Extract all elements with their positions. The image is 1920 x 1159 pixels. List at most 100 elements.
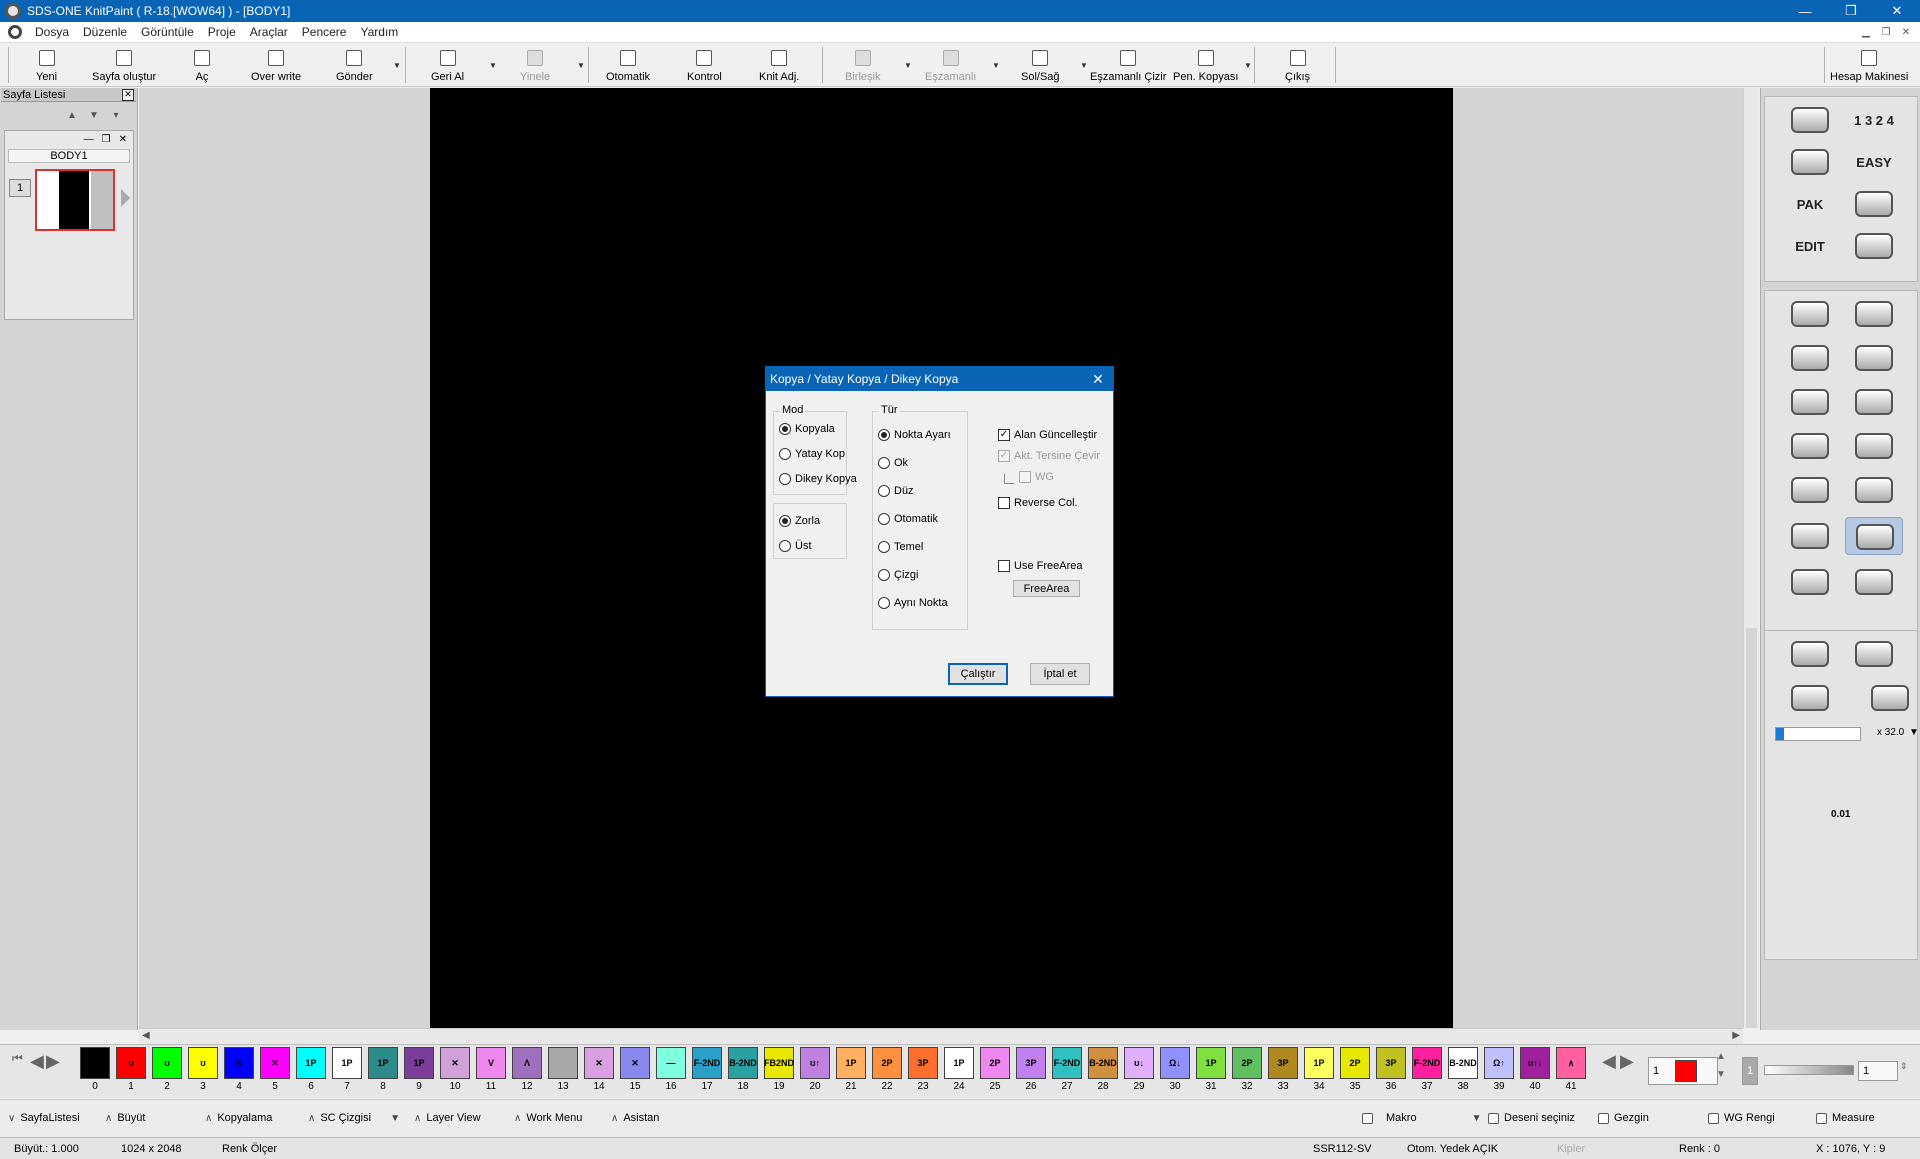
tur-ayni-nokta-radio[interactable]: Aynı Nokta bbox=[878, 597, 948, 609]
tur-cizgi-radio[interactable]: Çizgi bbox=[878, 569, 918, 581]
color-chip[interactable]: 1P 31 bbox=[1196, 1047, 1226, 1095]
over-write-button[interactable]: Over write bbox=[251, 45, 301, 85]
freearea-button[interactable]: FreeArea bbox=[1013, 580, 1080, 597]
cross-tool-icon[interactable] bbox=[1845, 227, 1903, 265]
palette-scroll-right-icon[interactable]: ▶ bbox=[1620, 1051, 1634, 1072]
arrow-left-icon[interactable] bbox=[1769, 797, 1809, 835]
birlesik-dropdown-icon[interactable]: ▼ bbox=[904, 61, 912, 70]
arrow-up-right-icon[interactable] bbox=[1871, 757, 1911, 795]
yeni-button[interactable]: Yeni bbox=[36, 45, 57, 85]
color-index-box[interactable]: 1 bbox=[1648, 1057, 1718, 1085]
color-chip[interactable]: 2P 25 bbox=[980, 1047, 1010, 1095]
scroll-right-icon[interactable]: ▶ bbox=[1732, 1030, 1740, 1041]
sol-sag-button[interactable]: Sol/Sağ bbox=[1021, 45, 1060, 85]
yinele-button[interactable]: Yinele bbox=[520, 45, 550, 85]
eraser-tool-icon[interactable] bbox=[1845, 563, 1903, 601]
edit-tool-icon[interactable]: EDIT bbox=[1781, 227, 1839, 265]
color-chip[interactable]: B-2ND 18 bbox=[728, 1047, 758, 1095]
color-index-spin-up-icon[interactable]: ▲ bbox=[1716, 1051, 1726, 1062]
hesap-makinesi-button[interactable]: Hesap Makinesi bbox=[1830, 45, 1908, 85]
zoom-slider[interactable] bbox=[1775, 727, 1861, 741]
makro-dropdown[interactable]: Makro ▼ bbox=[1362, 1112, 1481, 1124]
color-chip[interactable]: 1P 34 bbox=[1304, 1047, 1334, 1095]
color-chip[interactable]: ʊ3 bbox=[188, 1047, 218, 1095]
zorla-radio[interactable]: Zorla bbox=[779, 515, 820, 527]
page-play-icon[interactable] bbox=[121, 189, 130, 207]
akt-tersine-cevir-checkbox[interactable]: ✓ Akt. Tersine Çevir bbox=[998, 450, 1100, 462]
color-chip[interactable]: 1P 9 bbox=[404, 1047, 434, 1095]
color-chip[interactable]: Ω↑ 39 bbox=[1484, 1047, 1514, 1095]
line-tool-icon[interactable] bbox=[1781, 295, 1839, 333]
menu-araclar[interactable]: Araçlar bbox=[243, 25, 295, 39]
deseni-seciniz-button[interactable]: Deseni seçiniz bbox=[1488, 1112, 1575, 1124]
page-up-icon[interactable]: ▲ bbox=[64, 108, 80, 122]
arrow-up-left-icon[interactable] bbox=[1769, 757, 1809, 795]
resize-tool-icon[interactable] bbox=[1845, 339, 1903, 377]
zoom-updown-icon[interactable] bbox=[1825, 679, 1865, 717]
buyut-toggle[interactable]: ∧ Büyüt bbox=[105, 1112, 145, 1124]
stairs-tool-icon[interactable] bbox=[1845, 383, 1903, 421]
move-tool-icon[interactable] bbox=[1781, 427, 1839, 465]
ac-button[interactable]: Aç bbox=[194, 45, 210, 85]
color-chip[interactable]: 2P 32 bbox=[1232, 1047, 1262, 1095]
color-chip[interactable]: ʊ1 bbox=[116, 1047, 146, 1095]
page-menu-icon[interactable]: ▾ bbox=[108, 108, 124, 122]
otomatik-button[interactable]: Otomatik bbox=[606, 45, 650, 85]
iptal-et-button[interactable]: İptal et bbox=[1030, 663, 1090, 685]
color-chip[interactable]: Ω↓ 30 bbox=[1160, 1047, 1190, 1095]
menu-pencere[interactable]: Pencere bbox=[295, 25, 354, 39]
color-chip[interactable]: 1P 8 bbox=[368, 1047, 398, 1095]
color-chip[interactable]: ✕ 14 bbox=[584, 1047, 614, 1095]
scroll-left-icon[interactable]: ◀ bbox=[142, 1030, 150, 1041]
gonder-dropdown-icon[interactable]: ▼ bbox=[393, 61, 401, 70]
tur-ok-radio[interactable]: Ok bbox=[878, 457, 908, 469]
menu-duzenle[interactable]: Düzenle bbox=[76, 25, 134, 39]
menu-goruntule[interactable]: Görüntüle bbox=[134, 25, 201, 39]
arrow-down-right-icon[interactable] bbox=[1871, 837, 1911, 875]
palette-scroll-left-icon[interactable]: ◀ bbox=[1602, 1051, 1616, 1072]
minimize-button[interactable]: — bbox=[1782, 0, 1828, 22]
color-chip[interactable]: 1P 6 bbox=[296, 1047, 326, 1095]
tur-otomatik-radio[interactable]: Otomatik bbox=[878, 513, 938, 525]
arrow-up-icon[interactable] bbox=[1821, 757, 1861, 795]
color-chip[interactable]: ✕ 10 bbox=[440, 1047, 470, 1095]
value-box-2[interactable]: 1 bbox=[1858, 1061, 1898, 1081]
wg-checkbox[interactable]: WG bbox=[1019, 471, 1054, 483]
mod-dikey-kopya-radio[interactable]: Dikey Kopya bbox=[779, 473, 857, 485]
page-down-icon[interactable]: ▼ bbox=[86, 108, 102, 122]
alan-guncellestir-checkbox[interactable]: ✓ Alan Güncelleştir bbox=[998, 429, 1097, 441]
tur-nokta-ayari-radio[interactable]: Nokta Ayarı bbox=[878, 429, 951, 441]
tur-duz-radio[interactable]: Düz bbox=[878, 485, 914, 497]
color-chip[interactable]: 0 bbox=[80, 1047, 110, 1095]
color-chip[interactable]: 3P 36 bbox=[1376, 1047, 1406, 1095]
measure-button[interactable]: Measure bbox=[1816, 1112, 1875, 1124]
palette-next-icon[interactable]: ▶ bbox=[46, 1051, 60, 1072]
eszamanli-button[interactable]: Eşzamanlı bbox=[925, 45, 976, 85]
kopyalama-toggle[interactable]: ∧ Kopyalama bbox=[205, 1112, 272, 1124]
color-chip[interactable]: B-2ND 28 bbox=[1088, 1047, 1118, 1095]
vertical-scrollbar[interactable] bbox=[1743, 88, 1759, 1028]
copy-area-tool-icon[interactable] bbox=[1845, 517, 1903, 555]
arrow-down-icon[interactable] bbox=[1821, 837, 1861, 875]
knit-adj-button[interactable]: Knit Adj. bbox=[759, 45, 799, 85]
grid-tool-icon[interactable] bbox=[1845, 471, 1903, 509]
cikis-button[interactable]: Çıkış bbox=[1285, 45, 1310, 85]
color-chip[interactable]: — 16 bbox=[656, 1047, 686, 1095]
sc-cizgisi-toggle[interactable]: ∧ SC Çizgisi ▼ bbox=[308, 1112, 400, 1124]
close-button[interactable]: ✕ bbox=[1874, 0, 1920, 22]
page-list-close-icon[interactable]: ✕ bbox=[122, 88, 134, 101]
palette-prev-icon[interactable]: ◀ bbox=[30, 1051, 44, 1072]
work-menu-toggle[interactable]: ∧ Work Menu bbox=[514, 1112, 582, 1124]
gonder-button[interactable]: Gönder bbox=[336, 45, 373, 85]
transfer-tool-icon[interactable] bbox=[1845, 185, 1903, 223]
color-chip[interactable]: ∧ 41 bbox=[1556, 1047, 1586, 1095]
mdi-restore-icon[interactable]: ❐ bbox=[1878, 25, 1894, 39]
color-chip[interactable]: 3P 33 bbox=[1268, 1047, 1298, 1095]
color-index-spin-down-icon[interactable]: ▼ bbox=[1716, 1069, 1726, 1080]
sayfa-olustur-button[interactable]: Sayfa oluştur bbox=[92, 45, 156, 85]
spray-tool-icon[interactable] bbox=[1781, 383, 1839, 421]
restore-button[interactable]: ❐ bbox=[1828, 0, 1874, 22]
palette-first-icon[interactable]: ⏮ bbox=[12, 1051, 23, 1066]
ust-radio[interactable]: Üst bbox=[779, 540, 812, 552]
needle-tool-icon[interactable] bbox=[1781, 143, 1839, 181]
